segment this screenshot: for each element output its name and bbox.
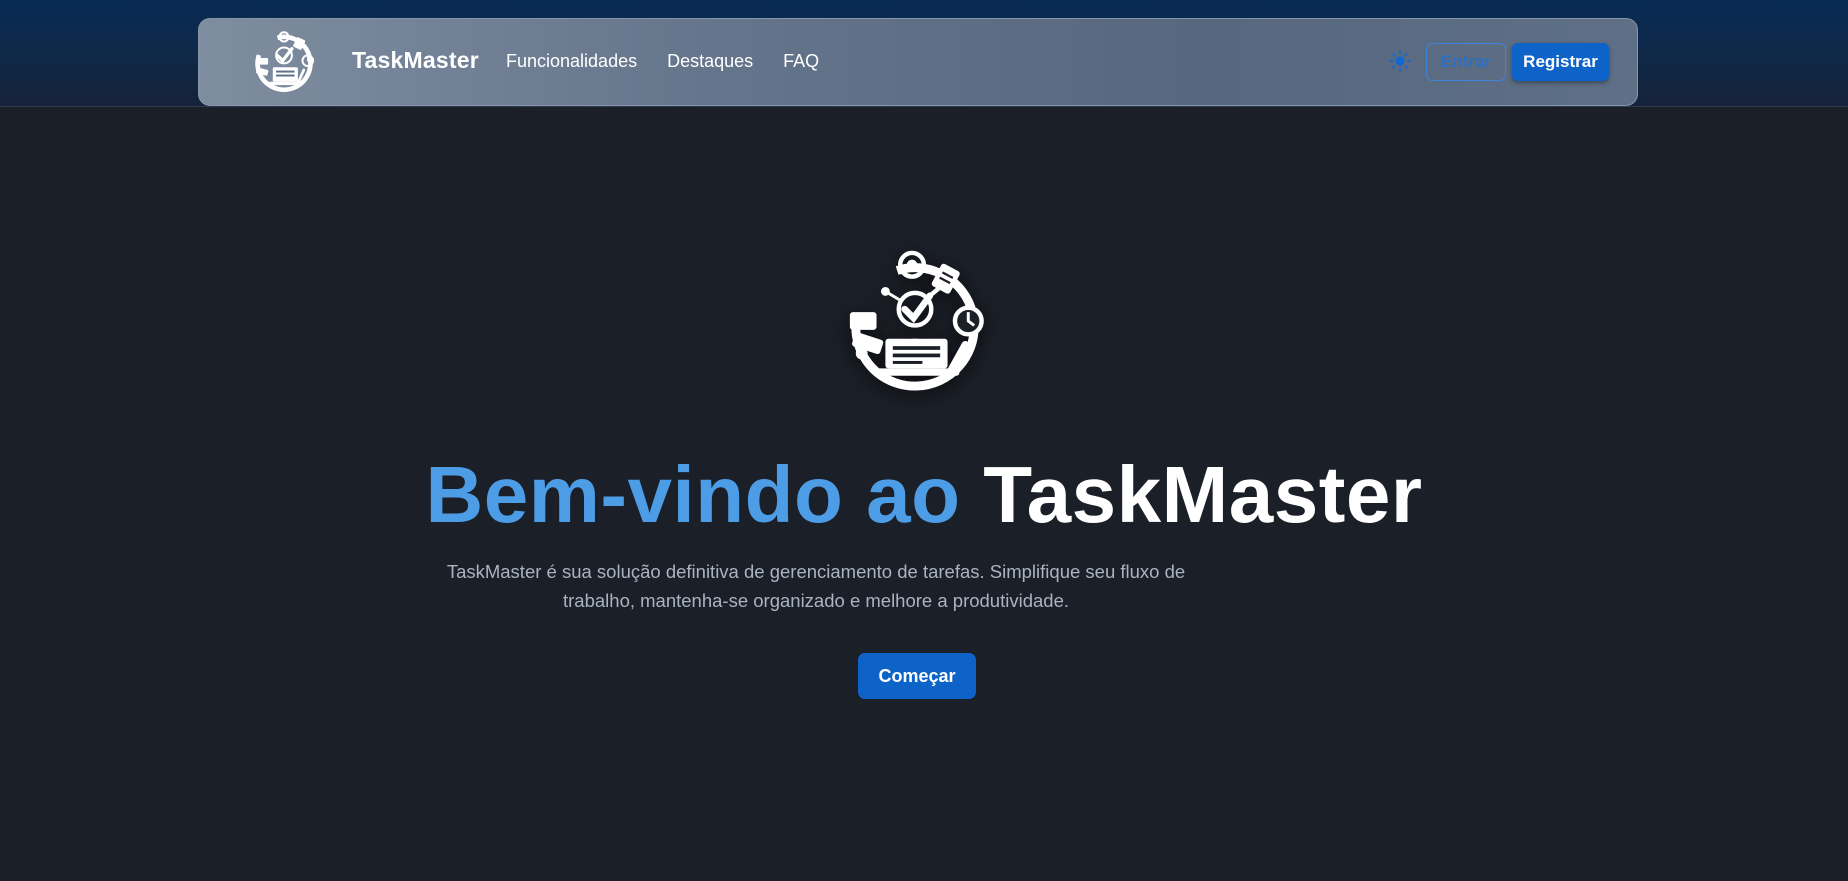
- hero-title-main: TaskMaster: [983, 450, 1423, 539]
- hero-title: Bem-vindo ao TaskMaster: [0, 450, 1848, 540]
- taskmaster-hero-logo-icon: [840, 243, 990, 399]
- taskmaster-logo-icon[interactable]: [249, 26, 319, 98]
- sun-icon[interactable]: [1389, 50, 1411, 72]
- get-started-button[interactable]: Começar: [858, 653, 976, 699]
- brand-name[interactable]: TaskMaster: [352, 47, 479, 74]
- register-button[interactable]: Registrar: [1512, 43, 1609, 81]
- nav-link-faq[interactable]: FAQ: [783, 51, 819, 72]
- hero-subtitle: TaskMaster é sua solução definitiva de g…: [446, 561, 1186, 611]
- login-button[interactable]: Entrar: [1426, 43, 1506, 81]
- navbar: TaskMaster Funcionalidades Destaques FAQ…: [198, 18, 1638, 106]
- nav-link-destaques[interactable]: Destaques: [667, 51, 753, 72]
- nav-link-funcionalidades[interactable]: Funcionalidades: [506, 51, 637, 72]
- hero-title-accent: Bem-vindo ao: [425, 450, 961, 539]
- nav-links: Funcionalidades Destaques FAQ: [506, 51, 819, 72]
